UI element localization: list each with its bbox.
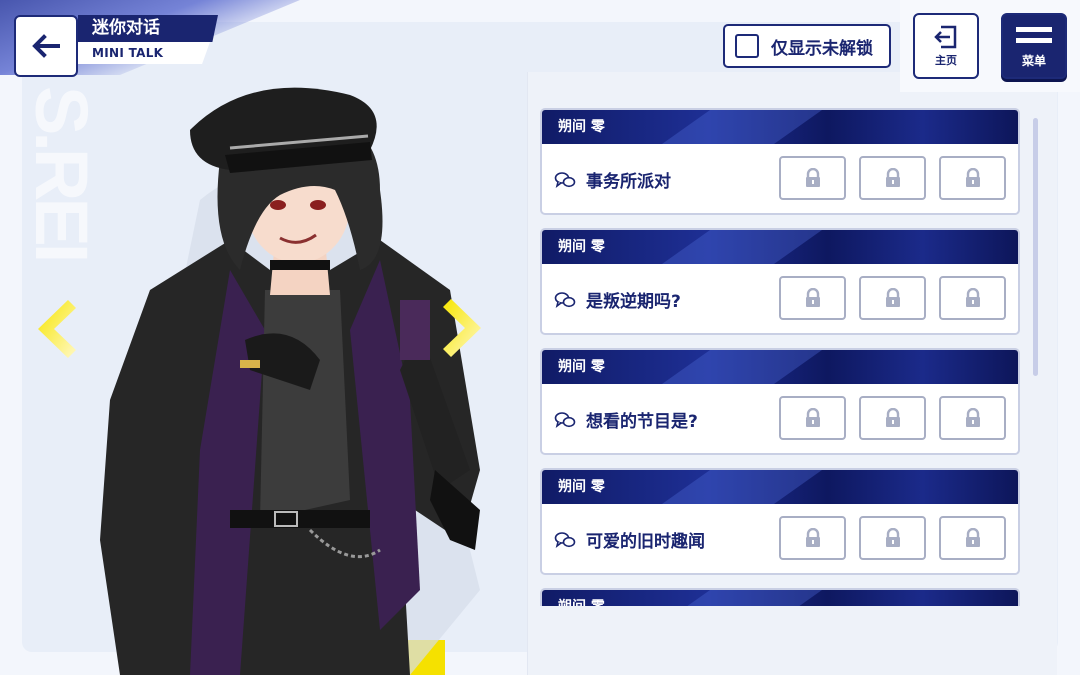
chevron-left-icon[interactable] bbox=[32, 296, 78, 362]
talk-character-name: 朔间 零 bbox=[542, 350, 1018, 384]
speech-bubbles-icon bbox=[554, 411, 576, 428]
lock-icon bbox=[805, 288, 820, 307]
menu-button[interactable]: 菜单 bbox=[1001, 13, 1067, 79]
locked-slot[interactable] bbox=[779, 516, 846, 560]
lock-icon bbox=[965, 408, 980, 427]
lock-slots bbox=[779, 396, 1006, 440]
locked-slot[interactable] bbox=[939, 396, 1006, 440]
locked-slot[interactable] bbox=[859, 156, 926, 200]
arrow-left-icon bbox=[32, 34, 60, 58]
talk-character-name: 朔间 零 bbox=[542, 110, 1018, 144]
page-title-en: MINI TALK bbox=[78, 42, 210, 64]
menu-label: 菜单 bbox=[1021, 53, 1046, 68]
talk-character-name: 朔间 零 bbox=[542, 590, 1018, 606]
lock-icon bbox=[805, 528, 820, 547]
lock-icon bbox=[805, 168, 820, 187]
speech-bubbles-icon bbox=[554, 171, 576, 188]
locked-slot[interactable] bbox=[939, 156, 1006, 200]
locked-slot[interactable] bbox=[939, 276, 1006, 320]
lock-icon bbox=[805, 408, 820, 427]
locked-slot[interactable] bbox=[859, 516, 926, 560]
home-label: 主页 bbox=[935, 54, 957, 67]
hamburger-icon bbox=[1016, 26, 1052, 32]
scrollbar[interactable] bbox=[1033, 118, 1038, 376]
lock-slots bbox=[779, 276, 1006, 320]
unlocked-only-filter[interactable]: 仅显示未解锁 bbox=[723, 24, 891, 68]
speech-bubbles-icon bbox=[554, 531, 576, 548]
page-title: 迷你对话 MINI TALK bbox=[78, 15, 218, 65]
lock-icon bbox=[885, 528, 900, 547]
lock-icon bbox=[965, 168, 980, 187]
talk-list[interactable]: 朔间 零事务所派对 朔间 零是叛逆期吗? 朔间 零想看的节目是? 朔间 零可爱的旧时趣… bbox=[540, 108, 1025, 606]
talk-card[interactable]: 朔间 零想看的节目是? bbox=[540, 348, 1020, 455]
talk-title: 可爱的旧时趣闻 bbox=[586, 532, 705, 552]
talk-title: 是叛逆期吗? bbox=[586, 292, 681, 312]
locked-slot[interactable] bbox=[779, 156, 846, 200]
lock-icon bbox=[965, 288, 980, 307]
lock-icon bbox=[885, 288, 900, 307]
back-button[interactable] bbox=[14, 15, 78, 77]
lock-icon bbox=[965, 528, 980, 547]
talk-card[interactable]: 朔间 零 bbox=[540, 588, 1020, 606]
locked-slot[interactable] bbox=[859, 276, 926, 320]
exit-icon bbox=[934, 25, 957, 49]
talk-character-name: 朔间 零 bbox=[542, 230, 1018, 264]
locked-slot[interactable] bbox=[779, 276, 846, 320]
talk-card-body: 可爱的旧时趣闻 bbox=[542, 504, 1018, 573]
lock-icon bbox=[885, 408, 900, 427]
hamburger-icon-bar bbox=[1016, 37, 1052, 43]
talk-card-body: 想看的节目是? bbox=[542, 384, 1018, 453]
page-title-cn: 迷你对话 bbox=[78, 15, 218, 42]
lock-icon bbox=[885, 168, 900, 187]
locked-slot[interactable] bbox=[779, 396, 846, 440]
lock-slots bbox=[779, 516, 1006, 560]
lock-slots bbox=[779, 156, 1006, 200]
character-illustration bbox=[100, 87, 480, 675]
chevron-right-icon[interactable] bbox=[441, 295, 487, 361]
speech-bubbles-icon bbox=[554, 291, 576, 308]
home-button[interactable]: 主页 bbox=[913, 13, 979, 79]
locked-slot[interactable] bbox=[939, 516, 1006, 560]
talk-card[interactable]: 朔间 零可爱的旧时趣闻 bbox=[540, 468, 1020, 575]
locked-slot[interactable] bbox=[859, 396, 926, 440]
talk-card-body: 事务所派对 bbox=[542, 144, 1018, 213]
talk-title: 事务所派对 bbox=[586, 172, 671, 192]
talk-card[interactable]: 朔间 零是叛逆期吗? bbox=[540, 228, 1020, 335]
talk-character-name: 朔间 零 bbox=[542, 470, 1018, 504]
unlocked-only-label: 仅显示未解锁 bbox=[771, 38, 873, 59]
talk-card-body: 是叛逆期吗? bbox=[542, 264, 1018, 333]
talk-title: 想看的节目是? bbox=[586, 412, 698, 432]
talk-card[interactable]: 朔间 零事务所派对 bbox=[540, 108, 1020, 215]
unlocked-only-checkbox[interactable] bbox=[735, 34, 759, 58]
